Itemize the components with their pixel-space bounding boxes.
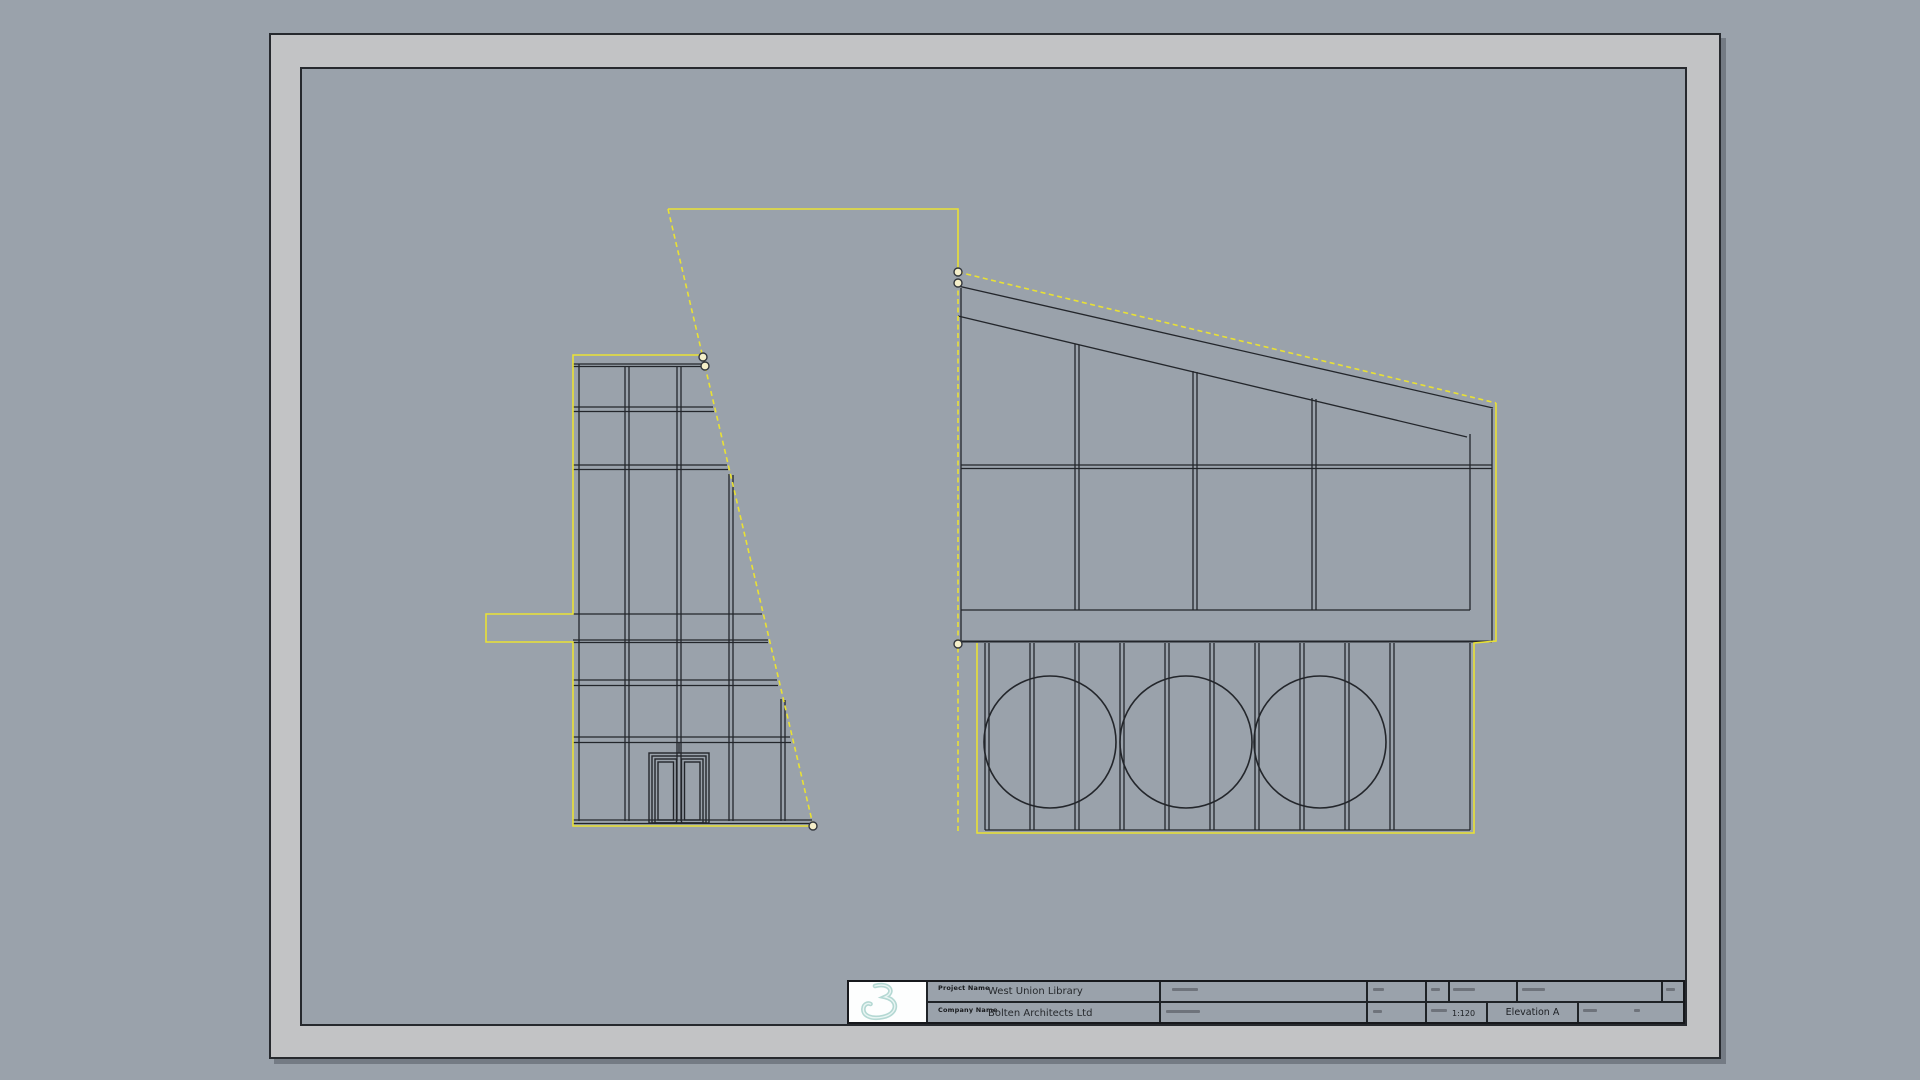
field-cell[interactable] (1449, 980, 1517, 1002)
field-cell[interactable] (1578, 1002, 1685, 1024)
scale-value[interactable]: 1:120 (1452, 1009, 1475, 1018)
placeholder-dash (1522, 988, 1545, 991)
scale-cell[interactable]: 1:120 (1426, 1002, 1487, 1024)
application-viewport: Project Name West Union Library Company … (0, 0, 1920, 1080)
company-logo-icon (848, 981, 924, 1021)
field-cell[interactable] (1426, 980, 1449, 1002)
placeholder-dash (1373, 1010, 1382, 1013)
view-name-cell[interactable]: Elevation A (1487, 1002, 1578, 1024)
field-cell[interactable] (1367, 1002, 1426, 1024)
placeholder-dash (1431, 1009, 1447, 1012)
sheet-drawing-area[interactable] (300, 67, 1687, 1026)
placeholder-dash (1583, 1009, 1597, 1012)
placeholder-dash (1666, 988, 1675, 991)
view-name-value[interactable]: Elevation A (1488, 1007, 1577, 1018)
field-cell[interactable] (1160, 1002, 1367, 1024)
project-name-cell[interactable]: Project Name West Union Library (927, 980, 1160, 1002)
project-name-label: Project Name (938, 984, 990, 992)
project-name-value[interactable]: West Union Library (988, 981, 1083, 1002)
company-name-cell[interactable]: Company Name Bolten Architects Ltd (927, 1002, 1160, 1024)
placeholder-dash (1453, 988, 1475, 991)
logo-cell (847, 980, 927, 1024)
field-cell[interactable] (1662, 980, 1685, 1002)
field-cell[interactable] (1367, 980, 1426, 1002)
placeholder-dash (1431, 988, 1440, 991)
field-cell[interactable] (1517, 980, 1662, 1002)
placeholder-dash (1166, 1010, 1200, 1013)
company-name-value[interactable]: Bolten Architects Ltd (988, 1003, 1092, 1024)
title-block: Project Name West Union Library Company … (847, 980, 1685, 1024)
placeholder-dash (1634, 1009, 1640, 1012)
placeholder-dash (1172, 988, 1198, 991)
placeholder-dash (1373, 988, 1384, 991)
field-cell[interactable] (1160, 980, 1367, 1002)
